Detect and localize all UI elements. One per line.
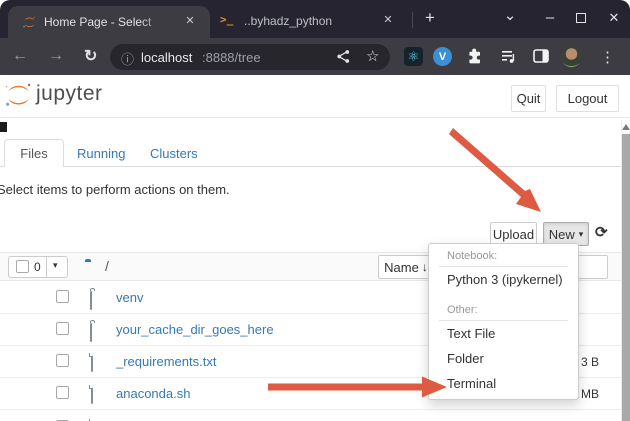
bookmark-star-icon[interactable]: ☆ — [366, 47, 379, 65]
back-icon[interactable]: ← — [12, 47, 28, 65]
maximize-button[interactable] — [576, 13, 586, 23]
breadcrumb[interactable]: / — [105, 258, 109, 274]
caret-down-icon: ▾ — [578, 228, 584, 239]
tab-clusters[interactable]: Clusters — [150, 146, 198, 161]
group-divider — [46, 257, 47, 277]
v-extension-icon[interactable]: V — [433, 47, 452, 66]
quit-button[interactable]: Quit — [511, 85, 546, 112]
browser-window: Home Page - Select ✕ >_ ..byhadz_python … — [0, 0, 630, 421]
refresh-list-icon[interactable]: ⟳ — [595, 223, 608, 241]
item-link[interactable]: venv — [116, 290, 143, 305]
tab-search-chevron-icon[interactable]: ⌄ — [500, 6, 520, 24]
minimize-button[interactable]: – — [540, 9, 560, 26]
sort-arrow-icon: ↓ — [421, 260, 428, 274]
select-all-checkbox[interactable] — [16, 260, 29, 273]
row-checkbox[interactable] — [56, 386, 69, 399]
logout-button[interactable]: Logout — [556, 85, 619, 112]
jupyter-wordmark: jupyter — [36, 82, 103, 105]
tab-running[interactable]: Running — [77, 146, 125, 161]
address-bar[interactable]: ⓘ localhost :8888/tree ☆ — [110, 44, 390, 70]
window-close-button[interactable]: ✕ — [604, 10, 624, 26]
tab-divider — [412, 12, 413, 28]
row-checkbox[interactable] — [56, 354, 69, 367]
row-checkbox[interactable] — [56, 290, 69, 303]
select-all-group: 0 ▾ — [8, 256, 68, 278]
selected-count: 0 — [34, 260, 41, 274]
edge-artifact — [0, 122, 7, 132]
menu-section-header: Other: — [447, 304, 478, 316]
hint-text: Select items to perform actions on them. — [0, 182, 230, 197]
tab-strip: Home Page - Select ✕ >_ ..byhadz_python … — [0, 0, 630, 38]
browser-menu-dots-icon[interactable]: ⋮ — [600, 48, 615, 66]
menu-divider — [439, 266, 568, 267]
item-link[interactable]: your_cache_dir_goes_here — [116, 322, 274, 337]
item-link[interactable]: anaconda.sh — [116, 386, 190, 401]
file-icon — [91, 385, 93, 404]
menu-item-folder[interactable]: Folder — [447, 351, 484, 366]
menu-item-terminal[interactable]: Terminal — [447, 376, 496, 391]
new-menu: Notebook: Python 3 (ipykernel) Other: Te… — [428, 243, 579, 400]
reload-icon[interactable]: ↻ — [84, 46, 97, 66]
terminal-favicon-icon: >_ — [220, 13, 234, 26]
url-path: :8888/tree — [202, 50, 261, 65]
item-link[interactable]: _requirements.txt — [116, 354, 216, 369]
sort-by-name-button[interactable]: Name ↓ — [378, 255, 434, 279]
menu-item-text-file[interactable]: Text File — [447, 326, 495, 341]
media-playlist-icon[interactable] — [500, 48, 517, 65]
file-size: 3 B — [580, 355, 599, 369]
tab-home-page[interactable]: Home Page - Select ✕ — [8, 6, 210, 38]
react-devtools-icon[interactable]: ⚛ — [404, 47, 423, 66]
row-checkbox[interactable] — [56, 322, 69, 335]
scrollbar-thumb[interactable] — [622, 134, 630, 421]
tab-files[interactable]: Files — [4, 139, 64, 167]
menu-section-header: Notebook: — [447, 250, 498, 262]
tab-terminal[interactable]: >_ ..byhadz_python ✕ — [214, 6, 406, 36]
profile-avatar[interactable] — [561, 46, 582, 67]
forward-icon[interactable]: → — [48, 47, 64, 65]
menu-item-python3[interactable]: Python 3 (ipykernel) — [447, 272, 563, 287]
new-tab-button[interactable]: + — [420, 8, 440, 28]
folder-icon — [90, 291, 92, 310]
tabbar-baseline — [0, 166, 621, 167]
tab-title: ..byhadz_python — [244, 14, 333, 28]
file-row-partial: 15 d 31 B — [0, 409, 621, 421]
tab-close-icon[interactable]: ✕ — [380, 13, 396, 29]
select-dropdown-caret-icon[interactable]: ▾ — [53, 260, 58, 271]
tab-close-icon[interactable]: ✕ — [182, 14, 198, 30]
url-host: localhost — [141, 50, 193, 65]
file-icon — [91, 353, 93, 372]
share-icon[interactable] — [336, 49, 351, 64]
jupyter-logo-icon — [4, 81, 33, 110]
folder-icon — [90, 323, 92, 342]
jupyter-favicon-icon — [22, 15, 37, 30]
extensions-puzzle-icon[interactable] — [466, 48, 483, 65]
site-info-icon[interactable]: ⓘ — [121, 49, 134, 68]
menu-divider — [439, 320, 568, 321]
tab-title: Home Page - Select — [44, 15, 152, 29]
header-divider — [0, 117, 630, 118]
file-size: MB — [581, 387, 599, 401]
side-panel-icon[interactable] — [533, 49, 549, 63]
scrollbar-up-arrow-icon[interactable] — [622, 124, 630, 130]
